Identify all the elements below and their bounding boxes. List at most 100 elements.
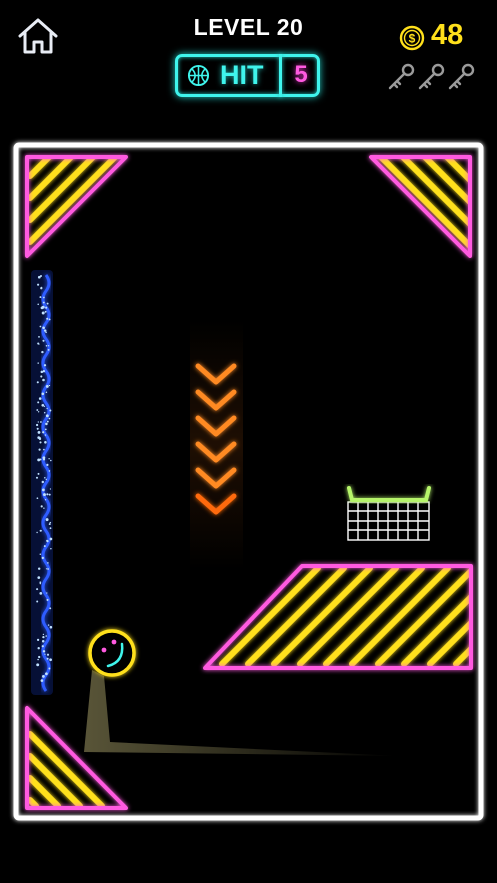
water-bubble — [42, 635, 45, 639]
water-bubble — [37, 576, 41, 579]
water-bubble — [47, 568, 49, 570]
water-bubble — [43, 493, 46, 497]
water-bubble — [49, 521, 52, 524]
water-bubble — [42, 650, 46, 653]
water-bubble — [45, 518, 49, 522]
water-bubble — [48, 384, 51, 387]
water-barrier — [31, 270, 53, 695]
water-bubble — [49, 607, 52, 610]
water-bubble — [40, 370, 44, 374]
water-bubble — [38, 336, 40, 338]
water-bubble — [42, 633, 45, 636]
water-bubble — [40, 421, 42, 423]
water-bubble — [41, 645, 44, 648]
water-bubble — [36, 588, 39, 591]
water-bubble — [49, 625, 53, 629]
water-bubble — [45, 478, 47, 481]
water-bubble — [35, 476, 39, 479]
water-bubble — [44, 434, 47, 436]
water-bubble — [48, 470, 51, 472]
water-bubble — [45, 568, 48, 570]
water-bubble — [46, 592, 48, 594]
water-bubble — [49, 537, 53, 541]
water-bubble — [47, 562, 49, 564]
water-bubble — [42, 378, 45, 382]
water-bubble — [46, 420, 49, 423]
water-bubble — [38, 448, 41, 451]
game-board[interactable] — [0, 0, 497, 883]
water-bubble — [48, 493, 51, 496]
water-bubble — [38, 397, 42, 400]
corner-bumper-bottom-left — [25, 706, 128, 810]
water-bubble — [35, 423, 39, 427]
water-bubble — [36, 531, 38, 534]
water-bubble — [46, 302, 49, 305]
water-bubble — [49, 527, 52, 530]
water-bubble — [42, 431, 45, 434]
water-bubble — [45, 345, 48, 347]
water-bubble — [37, 658, 39, 661]
player-ball[interactable] — [88, 629, 136, 677]
gravity-arrows — [190, 320, 243, 570]
water-bubble — [37, 362, 39, 364]
water-bubble — [44, 428, 47, 431]
water-bubble — [46, 407, 48, 410]
water-bubble — [45, 672, 48, 676]
water-bubble — [42, 301, 45, 304]
water-bubble — [37, 303, 39, 306]
water-bubble — [47, 345, 50, 347]
water-bubble — [36, 409, 39, 411]
water-bubble — [36, 381, 39, 384]
water-bubble — [37, 472, 40, 475]
water-bubble — [44, 499, 47, 501]
water-bubble — [46, 653, 50, 656]
water-bubble — [36, 497, 39, 500]
water-bubble — [40, 679, 44, 682]
water-bubble — [37, 283, 40, 286]
water-bubble — [36, 663, 40, 667]
water-bubble — [39, 592, 43, 595]
water-bubble — [42, 370, 46, 373]
water-bubble — [45, 306, 48, 309]
water-bubble — [48, 318, 51, 321]
water-bubble — [45, 414, 49, 418]
water-bubble — [42, 675, 45, 678]
water-bubble — [40, 505, 43, 508]
water-bubble — [37, 647, 40, 650]
water-bubble — [47, 348, 50, 351]
water-bubble — [37, 458, 41, 462]
water-bubble — [43, 412, 46, 414]
water-bubble — [37, 436, 41, 439]
corner-bumper-top-right — [369, 155, 472, 258]
water-bubble — [37, 342, 40, 345]
water-bubble — [46, 657, 49, 660]
water-bubble — [49, 409, 52, 412]
water-bubble — [41, 392, 45, 396]
water-bubble — [44, 310, 47, 313]
water-bubble — [40, 286, 43, 289]
water-bubble — [45, 422, 48, 426]
water-bubble — [46, 317, 49, 320]
water-bubble — [39, 441, 42, 444]
water-bubble — [36, 600, 39, 603]
aim-beam — [84, 670, 400, 756]
water-bubble — [44, 476, 46, 479]
water-bubble — [39, 274, 43, 278]
water-bubble — [38, 655, 41, 659]
water-bubble — [48, 417, 51, 420]
water-bubble — [46, 539, 48, 542]
water-bubble — [37, 430, 41, 434]
water-bubble — [47, 624, 50, 626]
water-bubble — [46, 493, 49, 496]
water-bubble — [41, 480, 45, 484]
water-bubble — [39, 325, 42, 328]
water-bubble — [41, 311, 45, 315]
water-bubble — [43, 364, 47, 367]
water-bubble — [46, 463, 49, 466]
corner-bumper-top-left — [25, 155, 128, 258]
water-bubble — [44, 441, 47, 444]
water-bubble — [41, 350, 44, 354]
water-bubble — [43, 329, 47, 332]
water-bubble — [37, 411, 40, 413]
water-bubble — [36, 638, 40, 642]
